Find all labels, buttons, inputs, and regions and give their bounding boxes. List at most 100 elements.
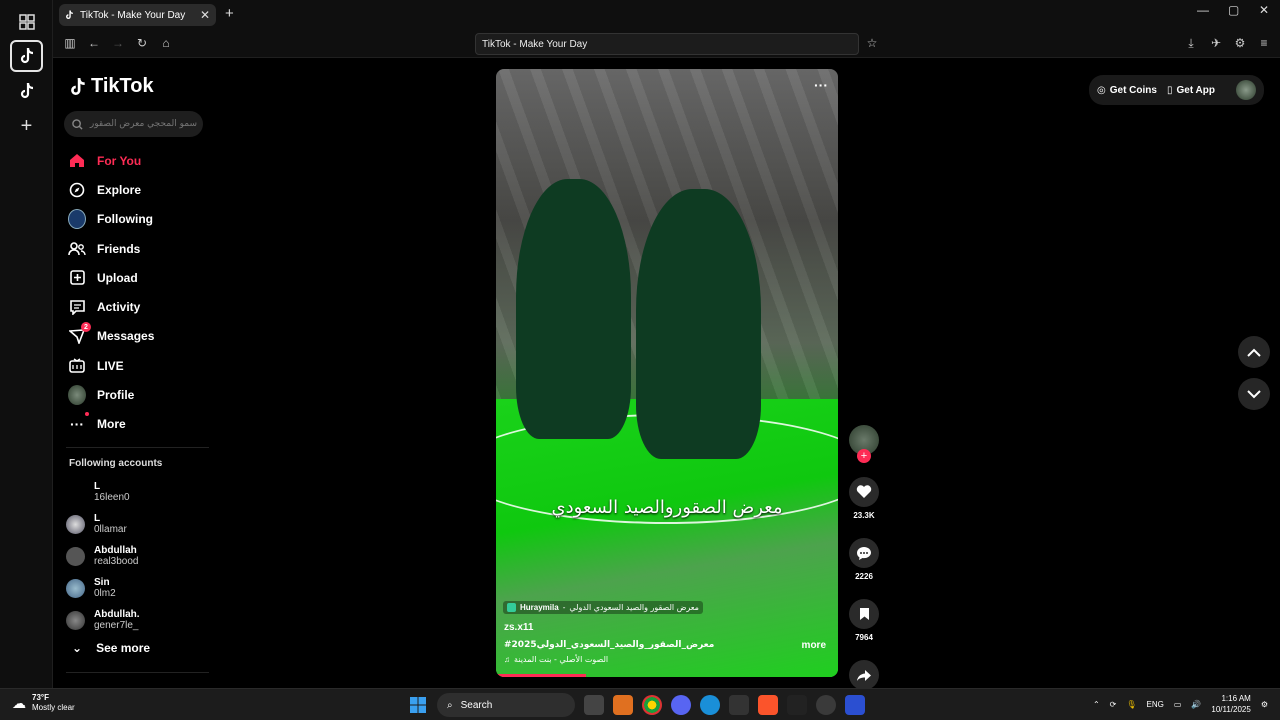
save-action[interactable]: 7964	[849, 599, 879, 642]
tray-chevron-up-icon[interactable]: ⌃	[1093, 700, 1100, 709]
nav-activity[interactable]: Activity	[66, 292, 206, 321]
account-item[interactable]: L 0llamar	[66, 508, 140, 540]
epic-games-icon[interactable]	[729, 695, 749, 715]
more-dot-icon	[85, 412, 89, 417]
account-item[interactable]: Abdullah. gener7le_	[66, 604, 140, 636]
tab-tiktok[interactable]: TikTok - Make Your Day ✕	[59, 4, 216, 26]
nav-following[interactable]: Following	[66, 205, 206, 234]
phone-icon: ▯	[1166, 84, 1173, 96]
app-icon-dark[interactable]	[787, 695, 807, 715]
location-sep: -	[562, 603, 566, 612]
get-coins-button[interactable]: ◎ Get Coins	[1097, 85, 1157, 96]
see-more-button[interactable]: ⌄ See more	[72, 641, 150, 655]
forward-icon[interactable]: →	[111, 36, 125, 50]
heart-icon	[849, 477, 879, 507]
back-icon[interactable]: ←	[87, 36, 101, 50]
nav-label: Explore	[97, 182, 142, 197]
discord-icon[interactable]	[671, 695, 691, 715]
reload-icon[interactable]: ↻	[135, 36, 149, 50]
get-coins-label: Get Coins	[1109, 84, 1157, 96]
account-name: Abdullah	[94, 545, 137, 556]
rocket-icon[interactable]: ✈	[1209, 36, 1223, 50]
caption-more-link[interactable]: more	[802, 640, 826, 651]
downloads-icon[interactable]: ⤓	[1184, 36, 1198, 50]
new-tab-button[interactable]: +	[225, 5, 234, 22]
volume-icon[interactable]: 🔊	[1191, 700, 1201, 709]
user-avatar[interactable]	[1236, 80, 1256, 100]
messages-badge: 2	[81, 322, 91, 333]
nav-label: LIVE	[97, 358, 124, 373]
minimize-icon[interactable]: —	[1197, 3, 1209, 17]
nav-profile[interactable]: Profile	[66, 380, 206, 409]
brave-icon[interactable]	[758, 695, 778, 715]
live-icon	[68, 357, 86, 375]
location-text: معرض الصقور والصيد السعودي الدولي	[569, 603, 699, 612]
settings-gear-icon[interactable]: ⚙	[1233, 36, 1247, 50]
nav-for-you[interactable]: For You	[66, 146, 206, 175]
like-action[interactable]: 23.3K	[849, 477, 879, 520]
account-item[interactable]: L 16leen0	[66, 476, 140, 508]
nav-upload[interactable]: Upload	[66, 263, 206, 292]
edge-icon[interactable]	[700, 695, 720, 715]
bookmark-star-icon[interactable]: ☆	[865, 36, 879, 50]
divider	[66, 672, 209, 673]
sidebar-toggle-icon[interactable]: ▥	[63, 36, 77, 50]
weather-widget[interactable]: ☁ 73°F Mostly clear	[12, 693, 75, 713]
tiktok-logo[interactable]: TikTok	[69, 75, 154, 98]
avatar	[66, 546, 85, 566]
tab-close-icon[interactable]: ✕	[200, 8, 210, 22]
nav-friends[interactable]: Friends	[66, 234, 206, 263]
window-close-icon[interactable]: ✕	[1259, 3, 1269, 17]
video-player[interactable]: ··· معرض الصقوروالصيد السعودي Huraymila …	[496, 69, 838, 677]
creator-avatar[interactable]: +	[849, 425, 879, 463]
get-app-button[interactable]: ▯ Get App	[1167, 85, 1215, 96]
nav-more[interactable]: ··· More	[66, 410, 206, 439]
nav-label: Activity	[97, 300, 141, 315]
notification-icon[interactable]: ⚙	[1261, 700, 1268, 709]
add-app-icon[interactable]: +	[10, 110, 43, 142]
weather-temp: 73°F	[32, 693, 49, 702]
video-author[interactable]: zs.x11	[504, 622, 533, 633]
workspaces-icon[interactable]	[10, 6, 43, 38]
messages-icon: 2	[68, 322, 91, 345]
steam-icon[interactable]	[816, 695, 836, 715]
account-item[interactable]: Abdullah real3bood	[66, 540, 140, 572]
video-menu-icon[interactable]: ···	[814, 77, 828, 93]
search-icon	[72, 118, 83, 130]
following-accounts-title: Following accounts	[69, 458, 163, 469]
microphone-icon[interactable]: 🎙	[1126, 700, 1136, 709]
account-item[interactable]: Sin 0lm2	[66, 572, 140, 604]
chrome-icon[interactable]	[642, 695, 662, 715]
sync-icon[interactable]: ⟳	[1110, 700, 1117, 709]
next-video-button[interactable]	[1238, 378, 1270, 410]
network-icon[interactable]: ▭	[1174, 700, 1182, 709]
home-icon[interactable]: ⌂	[159, 36, 173, 50]
tiktok-app-icon[interactable]	[10, 40, 43, 72]
task-view-icon[interactable]	[584, 695, 604, 715]
maximize-icon[interactable]: ▢	[1228, 3, 1239, 17]
video-progress-bar[interactable]	[496, 674, 586, 677]
video-sound[interactable]: ♫ الصوت الأصلي - بنت المدينة	[504, 655, 608, 664]
search-input[interactable]	[89, 119, 197, 129]
nav-explore[interactable]: Explore	[66, 175, 206, 204]
follow-plus-icon[interactable]: +	[857, 449, 871, 463]
taskbar-search[interactable]: ⌕ Search	[437, 693, 575, 717]
search-box[interactable]	[64, 111, 203, 137]
previous-video-button[interactable]	[1238, 336, 1270, 368]
nav-label: Profile	[97, 388, 135, 403]
nav-live[interactable]: LIVE	[66, 351, 206, 380]
windows-start-icon[interactable]	[408, 695, 428, 715]
comment-action[interactable]: 2226	[849, 538, 879, 581]
nav-label: Friends	[97, 241, 141, 256]
tiktok-app-icon-2[interactable]	[10, 75, 43, 107]
nav-messages[interactable]: 2 Messages	[66, 322, 206, 351]
location-tag[interactable]: Huraymila - معرض الصقور والصيد السعودي ا…	[503, 601, 703, 614]
tab-title: TikTok - Make Your Day	[80, 9, 186, 21]
browser-app-icon[interactable]	[845, 695, 865, 715]
app-icon-orange[interactable]	[613, 695, 633, 715]
language-indicator[interactable]: ENG	[1147, 700, 1164, 709]
menu-icon[interactable]: ≡	[1257, 36, 1271, 50]
compass-icon	[68, 181, 86, 199]
address-bar[interactable]: TikTok - Make Your Day	[475, 33, 859, 55]
clock[interactable]: 1:16 AM 10/11/2025	[1211, 693, 1250, 715]
